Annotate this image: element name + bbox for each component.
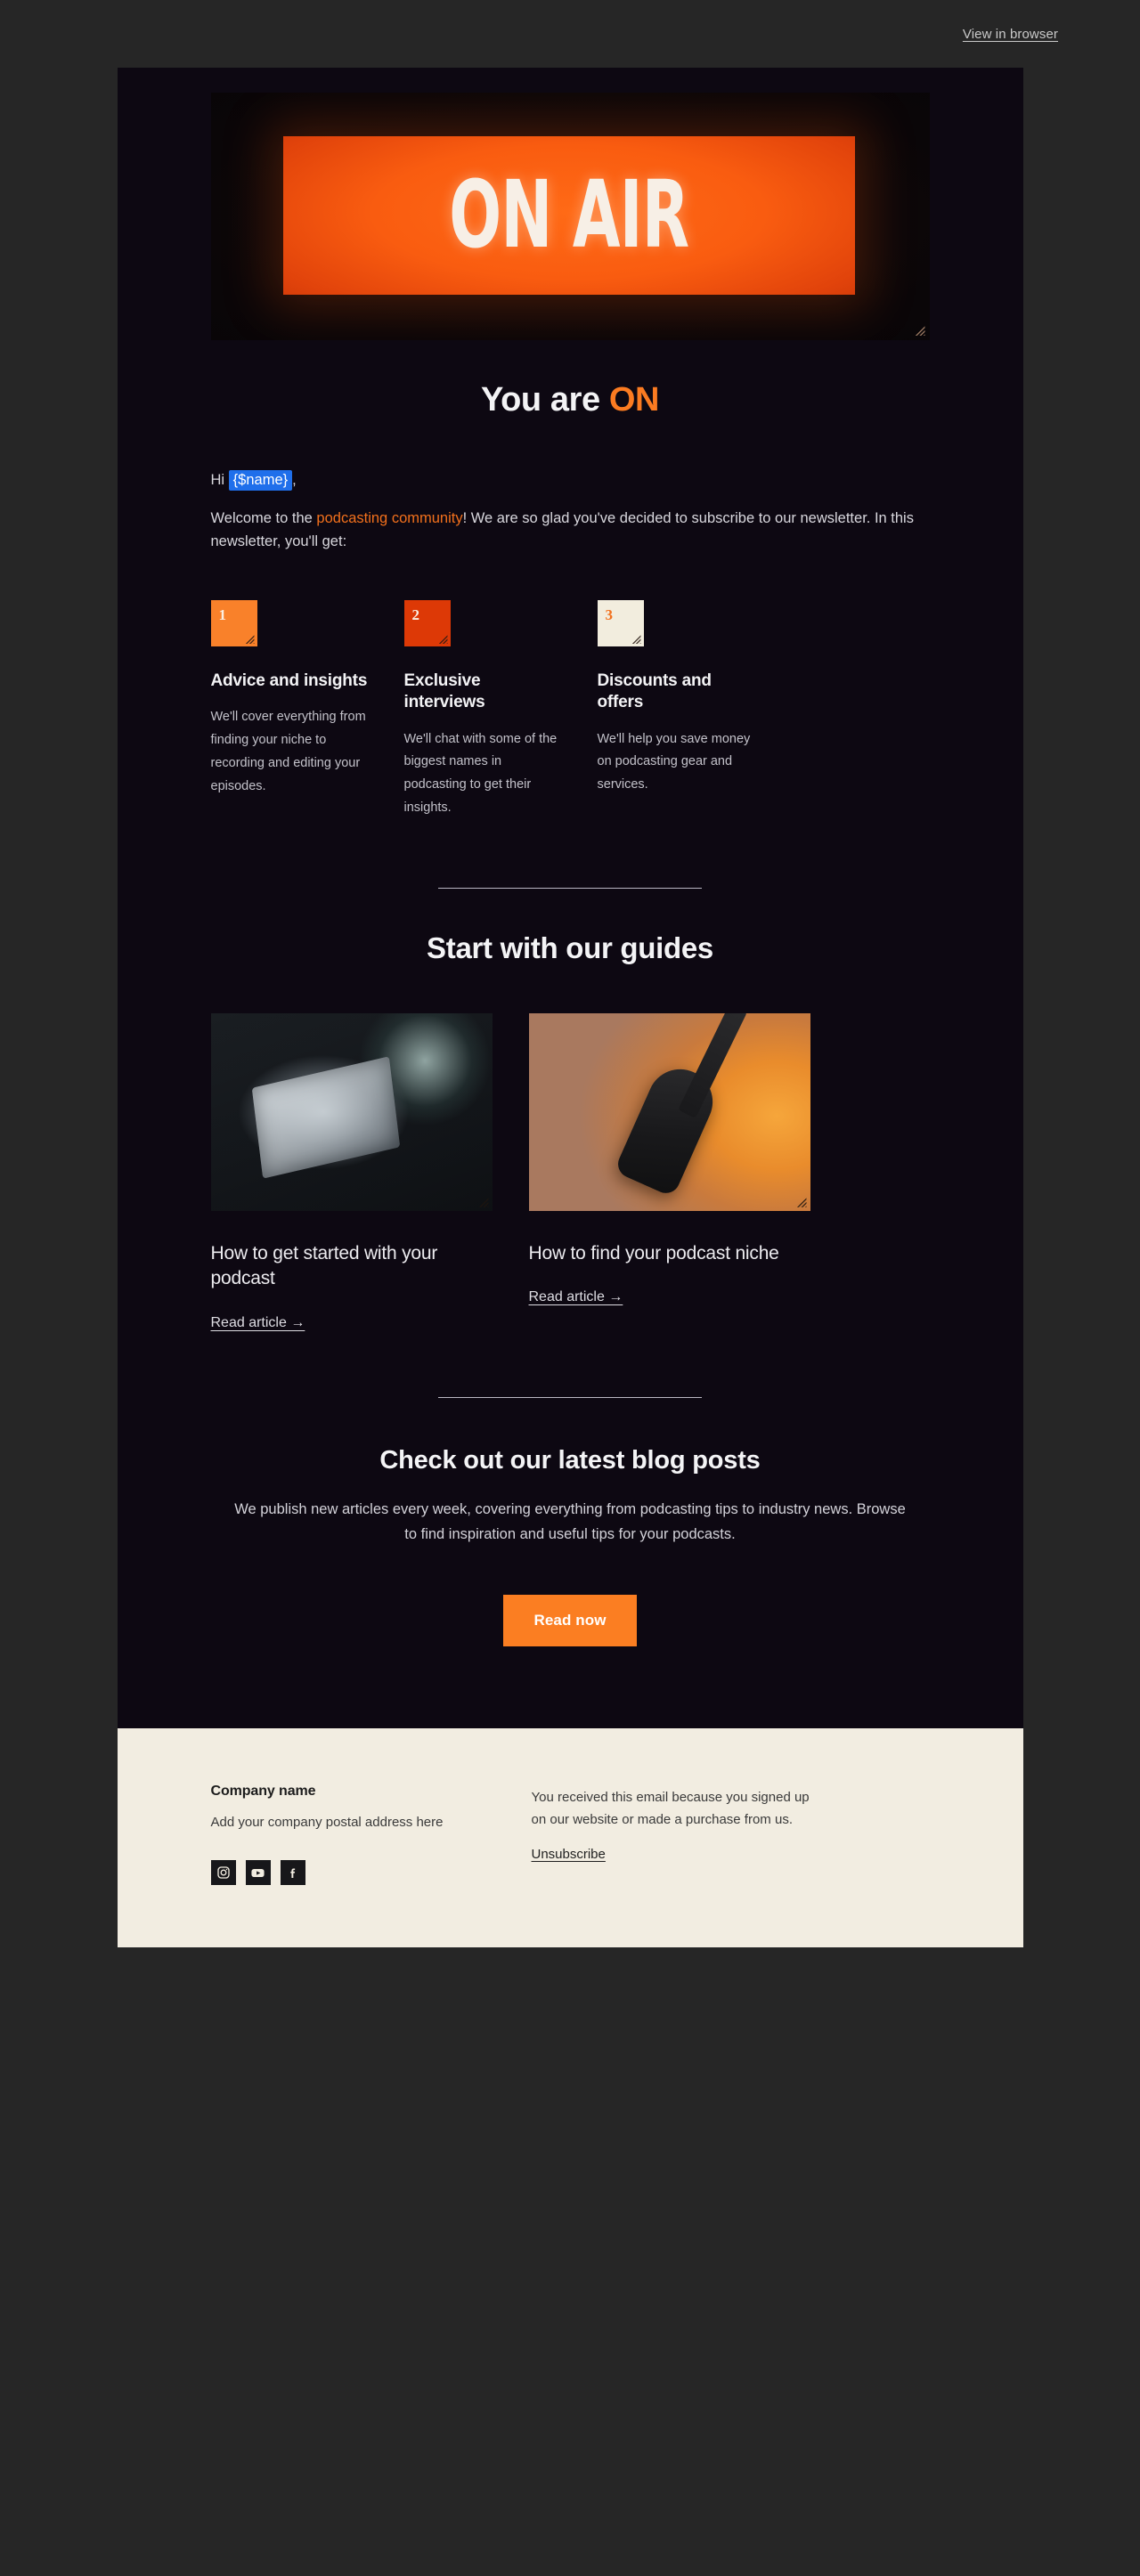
youtube-icon[interactable] — [245, 1860, 271, 1886]
divider-line — [438, 1396, 702, 1398]
feature-card: 2 Exclusive interviews We'll chat with s… — [403, 600, 561, 820]
view-in-browser-link[interactable]: View in browser — [963, 27, 1058, 42]
image-resize-handle-icon[interactable] — [913, 324, 925, 336]
image-resize-handle-icon[interactable] — [243, 633, 255, 644]
feature-title: Advice and insights — [210, 671, 368, 690]
guide-title: How to get started with your podcast — [210, 1242, 438, 1289]
feature-card: 1 Advice and insights We'll cover everyt… — [210, 600, 368, 820]
preheader-bar: View in browser — [0, 0, 1140, 68]
section-divider — [118, 887, 1023, 889]
footer-legal-column: You received this email because you sign… — [532, 1784, 826, 1885]
blog-section: Check out our latest blog posts We publi… — [118, 1446, 1023, 1647]
image-resize-handle-icon[interactable] — [436, 633, 448, 644]
read-now-button[interactable]: Read now — [503, 1595, 637, 1647]
podcast-microphone-photo[interactable] — [528, 1012, 810, 1211]
facebook-icon[interactable] — [280, 1860, 305, 1886]
unsubscribe-link[interactable]: Unsubscribe — [532, 1847, 606, 1862]
greeting-prefix: Hi — [210, 472, 229, 488]
image-resize-handle-icon[interactable] — [794, 1195, 807, 1207]
email-dark-body: ON AIR You are ON Hi {$name}, Welcome to… — [118, 68, 1023, 1728]
headline-accent: ON — [608, 381, 660, 418]
social-links — [210, 1860, 496, 1886]
email-canvas: ON AIR You are ON Hi {$name}, Welcome to… — [117, 68, 1023, 1948]
blog-section-body: We publish new articles every week, cove… — [234, 1500, 906, 1542]
company-address: Add your company postal address here — [210, 1815, 444, 1831]
badge-number-3: 3 — [605, 606, 614, 623]
headline-lead: You are — [480, 381, 609, 418]
divider-line — [438, 887, 702, 889]
number-badge-image-1[interactable]: 1 — [210, 600, 257, 646]
guide-card: How to find your podcast niche Read arti… — [528, 1012, 810, 1331]
image-resize-handle-icon[interactable] — [630, 633, 641, 644]
body-bottom-spacer — [118, 1646, 1023, 1728]
badge-number-2: 2 — [411, 606, 420, 623]
feature-body: We'll cover everything from finding your… — [210, 710, 366, 793]
number-badge-image-2[interactable]: 2 — [403, 600, 451, 646]
feature-body: We'll chat with some of the biggest name… — [403, 731, 558, 816]
greeting-suffix: , — [292, 472, 297, 488]
hero-section: ON AIR — [118, 68, 1023, 340]
legal-text: You received this email because you sign… — [531, 1790, 810, 1827]
company-name: Company name — [210, 1784, 316, 1800]
guide-card: How to get started with your podcast Rea… — [210, 1012, 493, 1331]
read-article-link[interactable]: Read article → — [211, 1315, 305, 1331]
instagram-icon[interactable] — [210, 1860, 236, 1886]
feature-columns: 1 Advice and insights We'll cover everyt… — [118, 554, 1023, 820]
number-badge-image-3[interactable]: 3 — [597, 600, 644, 646]
audio-mixer-photo[interactable] — [210, 1012, 493, 1211]
merge-tag-name[interactable]: {$name} — [228, 470, 293, 491]
email-preview-page: View in browser ON AIR You are ON Hi {$n… — [0, 0, 1140, 2576]
guides-section-title: Start with our guides — [427, 930, 713, 964]
section-divider — [118, 1396, 1023, 1398]
page-title: You are ON — [118, 340, 1023, 419]
on-air-panel: ON AIR — [283, 135, 856, 295]
blog-section-title: Check out our latest blog posts — [379, 1445, 761, 1475]
greeting-line: Hi {$name}, — [211, 469, 930, 492]
feature-title: Discounts and offers — [597, 671, 712, 712]
badge-number-1: 1 — [218, 606, 227, 623]
feature-title: Exclusive interviews — [403, 671, 485, 712]
intro-block: Hi {$name}, Welcome to the podcasting co… — [118, 419, 1023, 554]
welcome-paragraph: Welcome to the podcasting community! We … — [211, 492, 930, 554]
cta-container: Read now — [211, 1595, 930, 1647]
on-air-sign-image[interactable]: ON AIR — [210, 93, 930, 340]
on-air-text: ON AIR — [449, 159, 690, 269]
read-article-link[interactable]: Read article → — [529, 1289, 623, 1305]
podcasting-community-link[interactable]: podcasting community — [316, 510, 462, 526]
feature-card: 3 Discounts and offers We'll help you sa… — [597, 600, 754, 820]
welcome-before: Welcome to the — [210, 509, 317, 526]
guide-title: How to find your podcast niche — [528, 1242, 779, 1264]
footer-company-column: Company name Add your company postal add… — [210, 1784, 496, 1886]
image-resize-handle-icon[interactable] — [476, 1195, 489, 1207]
email-footer: Company name Add your company postal add… — [117, 1728, 1023, 1948]
feature-body: We'll help you save money on podcasting … — [597, 731, 751, 792]
guides-columns: How to get started with your podcast Rea… — [118, 965, 1023, 1331]
